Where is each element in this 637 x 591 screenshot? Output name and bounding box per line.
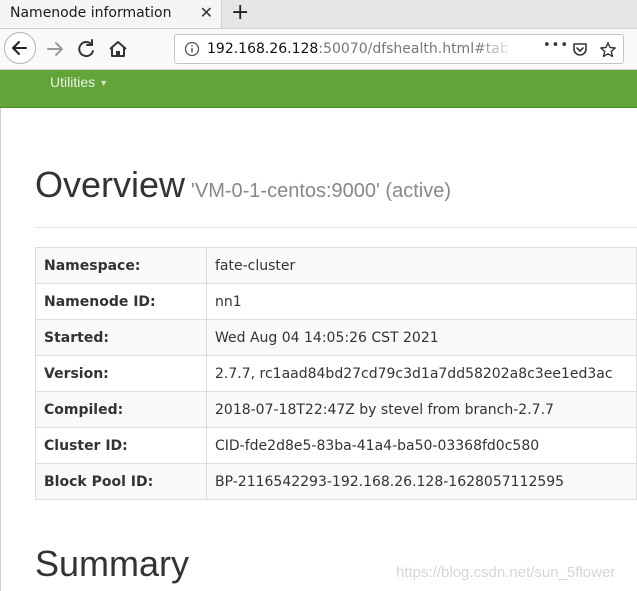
page-actions-menu-icon[interactable]: ••• (543, 38, 569, 53)
row-label: Namespace: (35, 247, 207, 284)
forward-arrow-icon (47, 42, 63, 56)
row-label: Version: (35, 355, 207, 392)
info-icon (184, 41, 200, 57)
new-tab-button[interactable]: + (231, 0, 249, 26)
table-row: Cluster ID: CID-fde2d8e5-83ba-41a4-ba50-… (35, 427, 637, 464)
row-label: Namenode ID: (35, 283, 207, 320)
page-left-border (0, 108, 1, 591)
tab-strip: Namenode information ✕ + (0, 0, 637, 29)
table-row: Compiled: 2018-07-18T22:47Z by stevel fr… (35, 391, 637, 428)
heading-divider (35, 227, 637, 228)
row-value: 2018-07-18T22:47Z by stevel from branch-… (206, 391, 637, 428)
table-row: Block Pool ID: BP-2116542293-192.168.26.… (35, 463, 637, 500)
url-fade (475, 37, 515, 61)
home-icon (109, 41, 127, 57)
url-host: 192.168.26.128 (207, 41, 319, 57)
back-button[interactable] (4, 32, 36, 64)
url-bar[interactable]: 192.168.26.128:50070/dfshealth.html#tab-… (174, 34, 624, 64)
row-label: Started: (35, 319, 207, 356)
browser-tab[interactable]: Namenode information ✕ (0, 0, 222, 28)
row-label: Compiled: (35, 391, 207, 428)
table-row: Namespace: fate-cluster (35, 247, 637, 284)
row-value: nn1 (206, 283, 637, 320)
back-arrow-icon (12, 41, 27, 55)
home-button[interactable] (103, 34, 133, 64)
reload-icon (78, 39, 94, 58)
overview-table: Namespace: fate-cluster Namenode ID: nn1… (35, 247, 637, 500)
overview-title: Overview (35, 164, 186, 205)
table-row: Started: Wed Aug 04 14:05:26 CST 2021 (35, 319, 637, 356)
row-value: fate-cluster (206, 247, 637, 284)
caret-down-icon: ▼ (99, 78, 109, 89)
row-label: Block Pool ID: (35, 463, 207, 500)
row-value: BP-2116542293-192.168.26.128-16280571125… (206, 463, 637, 500)
reload-button[interactable] (72, 34, 102, 64)
close-tab-icon[interactable]: ✕ (200, 4, 213, 22)
hadoop-navbar: Utilities ▼ (0, 70, 637, 108)
row-value: 2.7.7, rc1aad84bd27cd79c3d1a7dd58202a8c3… (206, 355, 637, 392)
overview-heading: Overview 'VM-0-1-centos:9000' (active) (35, 164, 451, 206)
url-text[interactable]: 192.168.26.128:50070/dfshealth.html#tab-… (207, 41, 507, 57)
navigation-bar: 192.168.26.128:50070/dfshealth.html#tab-… (0, 29, 637, 70)
utilities-label: Utilities (50, 74, 96, 90)
table-row: Version: 2.7.7, rc1aad84bd27cd79c3d1a7dd… (35, 355, 637, 392)
table-row: Namenode ID: nn1 (35, 283, 637, 320)
utilities-menu[interactable]: Utilities ▼ (50, 74, 108, 90)
summary-heading: Summary (35, 543, 190, 584)
star-icon[interactable] (599, 41, 617, 59)
tab-title: Namenode information (10, 5, 172, 21)
watermark-text: https://blog.csdn.net/sun_5flower (396, 564, 616, 581)
row-value: CID-fde2d8e5-83ba-41a4-ba50-03368fd0c580 (206, 427, 637, 464)
forward-button[interactable] (41, 34, 71, 64)
row-value: Wed Aug 04 14:05:26 CST 2021 (206, 319, 637, 356)
overview-subtitle: 'VM-0-1-centos:9000' (active) (191, 180, 451, 202)
row-label: Cluster ID: (35, 427, 207, 464)
pocket-icon[interactable] (571, 41, 589, 59)
